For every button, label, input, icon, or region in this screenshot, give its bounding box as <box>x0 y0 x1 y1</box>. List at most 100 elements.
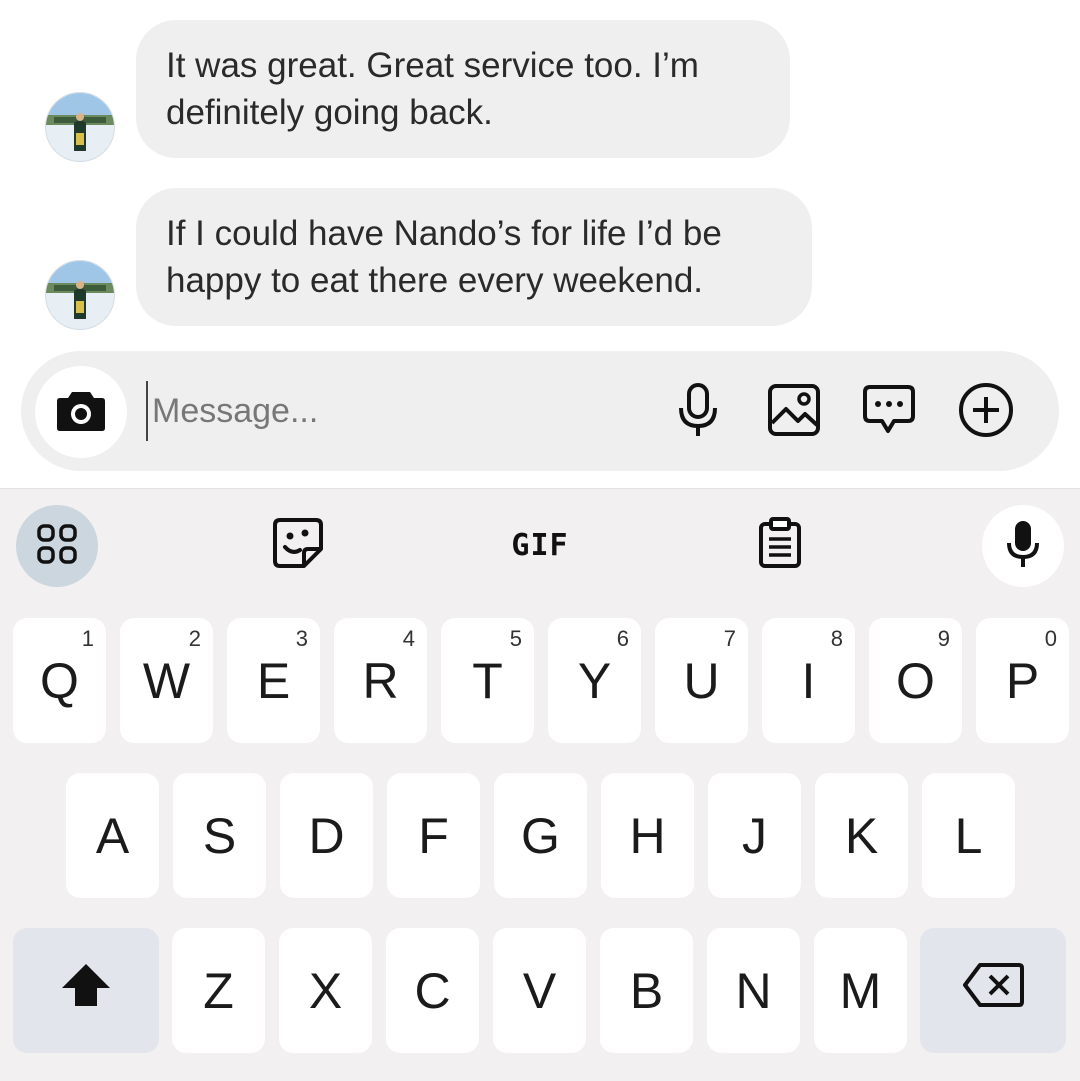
key-l[interactable]: L <box>922 773 1015 898</box>
grid-button[interactable] <box>16 505 98 587</box>
key-label: C <box>414 962 451 1019</box>
key-r[interactable]: R4 <box>334 618 427 743</box>
microphone-icon <box>676 382 720 443</box>
key-n[interactable]: N <box>707 928 800 1053</box>
key-q[interactable]: Q1 <box>13 618 106 743</box>
grid-icon <box>36 523 78 570</box>
key-h[interactable]: H <box>601 773 694 898</box>
message-composer <box>21 351 1059 471</box>
key-e[interactable]: E3 <box>227 618 320 743</box>
sticker-button[interactable] <box>268 515 328 575</box>
key-label: K <box>844 807 879 864</box>
shift-icon <box>60 962 112 1020</box>
key-number-hint: 0 <box>1044 626 1057 651</box>
key-label: L <box>954 807 983 864</box>
microphone-button[interactable] <box>669 382 727 443</box>
key-label: Y <box>577 652 612 709</box>
key-w[interactable]: W2 <box>120 618 213 743</box>
key-label: X <box>308 962 343 1019</box>
key-number-hint: 9 <box>937 626 950 651</box>
key-label: A <box>95 807 130 864</box>
gif-label: GIF <box>511 527 569 563</box>
message-text-line: definitely going back. <box>166 93 493 132</box>
key-number-hint: 8 <box>830 626 843 651</box>
key-i[interactable]: I8 <box>762 618 855 743</box>
key-label: U <box>683 652 720 709</box>
key-label: I <box>801 652 816 709</box>
gif-button[interactable]: GIF <box>500 519 580 571</box>
key-label: F <box>418 807 449 864</box>
key-label: T <box>472 652 503 709</box>
key-z[interactable]: Z <box>172 928 265 1053</box>
camera-button[interactable] <box>35 366 127 458</box>
message-text-line: If I could have Nando’s for life I’d be <box>166 214 722 253</box>
key-b[interactable]: B <box>600 928 693 1053</box>
add-button[interactable] <box>957 382 1015 443</box>
key-a[interactable]: A <box>66 773 159 898</box>
key-number-hint: 1 <box>81 626 94 651</box>
voice-input-button[interactable] <box>982 505 1064 587</box>
key-t[interactable]: T5 <box>441 618 534 743</box>
key-k[interactable]: K <box>815 773 908 898</box>
avatar[interactable] <box>45 260 115 330</box>
key-d[interactable]: D <box>280 773 373 898</box>
gallery-button[interactable] <box>765 383 823 441</box>
key-number-hint: 4 <box>402 626 415 651</box>
message-row: If I could have Nando’s for life I’d be … <box>0 188 1080 330</box>
key-label: Q <box>40 652 79 709</box>
message-bubble[interactable]: It was great. Great service too. I’m def… <box>136 20 790 158</box>
key-m[interactable]: M <box>814 928 907 1053</box>
image-icon <box>767 383 821 442</box>
key-label: E <box>256 652 291 709</box>
key-number-hint: 7 <box>723 626 736 651</box>
backspace-icon <box>962 962 1024 1020</box>
key-label: N <box>735 962 772 1019</box>
key-number-hint: 6 <box>616 626 629 651</box>
key-j[interactable]: J <box>708 773 801 898</box>
chat-area: It was great. Great service too. I’m def… <box>0 0 1080 488</box>
avatar[interactable] <box>45 92 115 162</box>
microphone-icon <box>1005 519 1041 574</box>
message-text-line: It was great. Great service too. I’m <box>166 46 699 85</box>
key-s[interactable]: S <box>173 773 266 898</box>
key-label: V <box>522 962 557 1019</box>
message-row: It was great. Great service too. I’m def… <box>0 20 1080 162</box>
message-text-line: happy to eat there every weekend. <box>166 261 704 300</box>
key-label: Z <box>203 962 234 1019</box>
key-label: O <box>896 652 935 709</box>
camera-icon <box>56 388 106 437</box>
key-label: S <box>202 807 237 864</box>
key-label: J <box>742 807 767 864</box>
key-label: R <box>362 652 399 709</box>
key-label: G <box>521 807 560 864</box>
clipboard-icon <box>758 516 802 574</box>
backspace-key[interactable] <box>920 928 1066 1053</box>
key-c[interactable]: C <box>386 928 479 1053</box>
key-number-hint: 3 <box>295 626 308 651</box>
message-bubble[interactable]: If I could have Nando’s for life I’d be … <box>136 188 812 326</box>
clipboard-button[interactable] <box>752 515 808 575</box>
message-input[interactable] <box>146 381 632 441</box>
key-g[interactable]: G <box>494 773 587 898</box>
key-number-hint: 2 <box>188 626 201 651</box>
key-label: H <box>629 807 666 864</box>
key-label: B <box>629 962 664 1019</box>
key-label: D <box>308 807 345 864</box>
key-y[interactable]: Y6 <box>548 618 641 743</box>
sticker-icon <box>272 517 324 574</box>
key-number-hint: 5 <box>509 626 522 651</box>
key-v[interactable]: V <box>493 928 586 1053</box>
shift-key[interactable] <box>13 928 159 1053</box>
chat-options-button[interactable] <box>860 383 918 441</box>
key-f[interactable]: F <box>387 773 480 898</box>
plus-circle-icon <box>958 382 1014 443</box>
key-p[interactable]: P0 <box>976 618 1069 743</box>
key-label: M <box>839 962 882 1019</box>
keyboard: GIF Q1W2E3R4T5Y6U7I8O9P0 ASDFGHJKL ZXCVB… <box>0 488 1080 1081</box>
key-u[interactable]: U7 <box>655 618 748 743</box>
key-label: P <box>1005 652 1040 709</box>
chat-bubble-icon <box>862 383 916 442</box>
key-label: W <box>142 652 191 709</box>
key-x[interactable]: X <box>279 928 372 1053</box>
key-o[interactable]: O9 <box>869 618 962 743</box>
